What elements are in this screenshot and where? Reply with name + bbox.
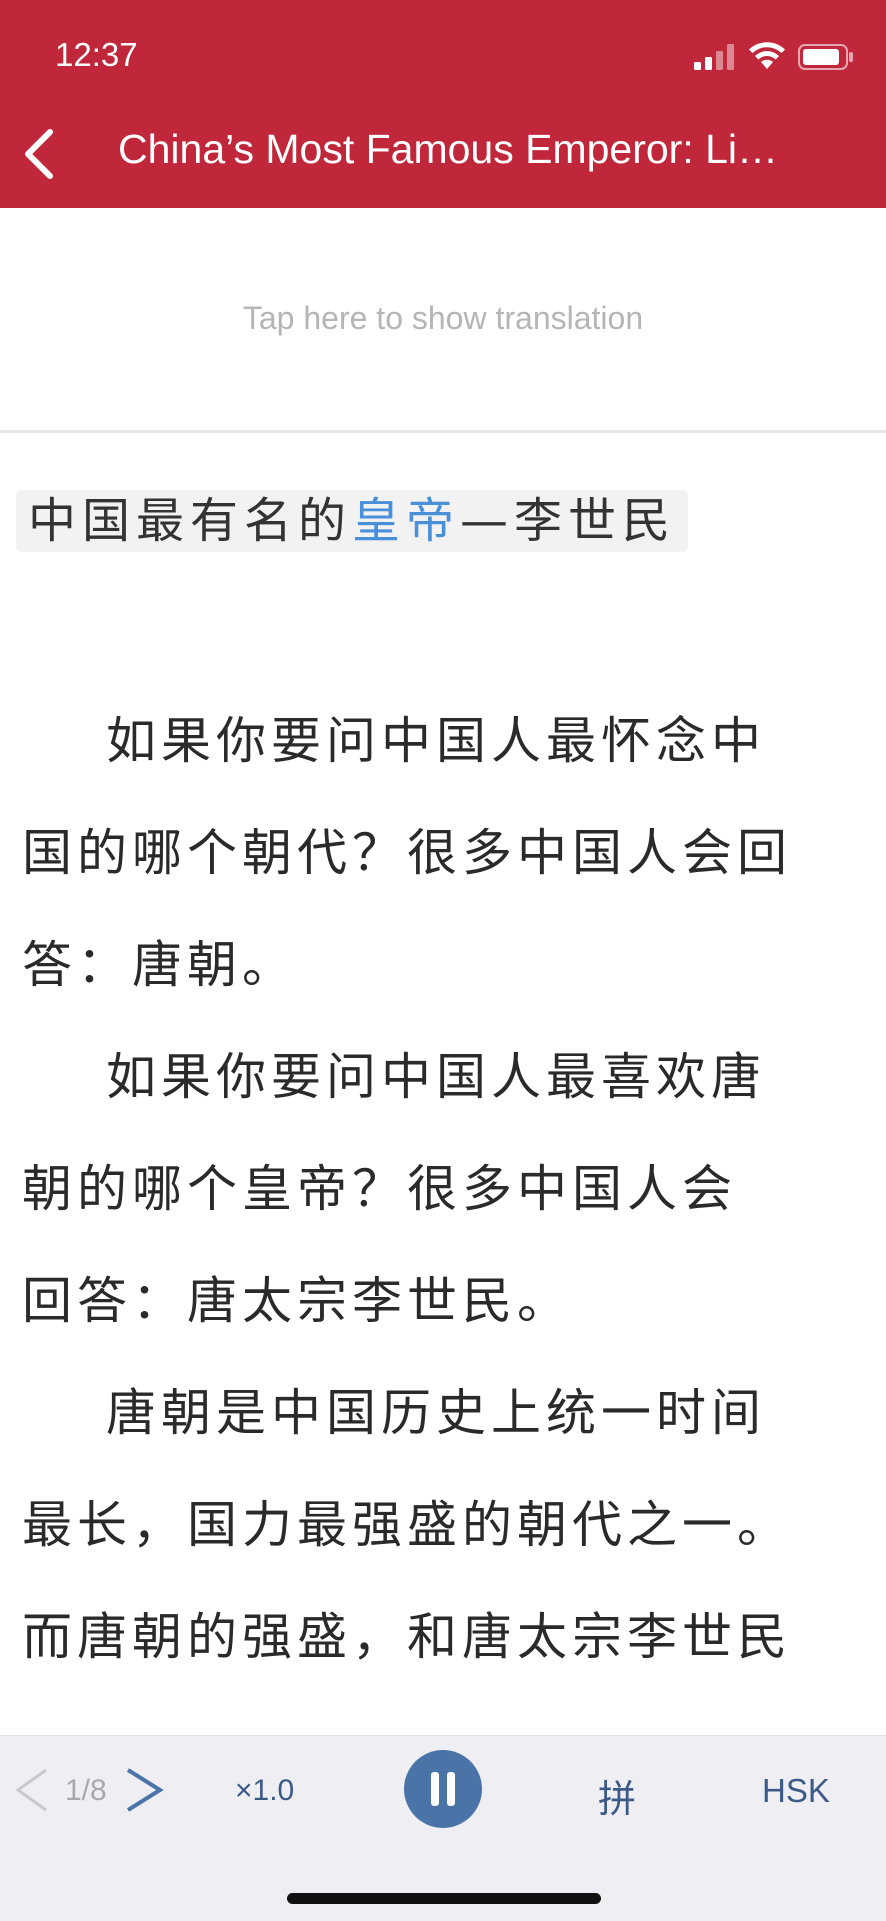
- translation-panel[interactable]: Tap here to show translation: [0, 208, 886, 433]
- pinyin-toggle-button[interactable]: 拼: [598, 1768, 636, 1823]
- app-header: 12:37 China’s Most Famous Emperor: Li…: [0, 0, 886, 208]
- playback-speed-button[interactable]: ×1.0: [235, 1774, 294, 1808]
- battery-icon: [798, 44, 853, 70]
- heading-highlight-word[interactable]: 皇帝: [352, 493, 460, 549]
- wifi-icon: [749, 42, 785, 69]
- text-line[interactable]: 国的哪个朝代？很多中国人会回: [22, 797, 872, 909]
- nav-bar: China’s Most Famous Emperor: Li…: [0, 100, 886, 208]
- page-indicator: 1/8: [65, 1774, 107, 1807]
- text-line[interactable]: 唐朝是中国历史上统一时间: [22, 1357, 872, 1469]
- pause-button[interactable]: [404, 1750, 482, 1828]
- text-line[interactable]: 而唐朝的强盛，和唐太宗李世民: [22, 1581, 872, 1693]
- heading-text-post[interactable]: —李世民: [460, 493, 676, 549]
- text-line[interactable]: 如果你要问中国人最喜欢唐: [22, 1021, 872, 1133]
- text-line[interactable]: 回答：唐太宗李世民。: [22, 1245, 872, 1357]
- pause-icon: [431, 1772, 455, 1806]
- previous-page-icon[interactable]: [12, 1764, 52, 1816]
- status-time: 12:37: [55, 36, 138, 73]
- article-heading-box[interactable]: 中国最有名的皇帝—李世民: [16, 490, 689, 552]
- home-indicator[interactable]: [287, 1893, 601, 1904]
- text-line[interactable]: 答：唐朝。: [22, 909, 872, 1021]
- text-line[interactable]: 如果你要问中国人最怀念中: [22, 685, 872, 797]
- text-line[interactable]: 朝的哪个皇帝？很多中国人会: [22, 1133, 872, 1245]
- hsk-button[interactable]: HSK: [762, 1772, 830, 1810]
- text-line[interactable]: 最长，国力最强盛的朝代之一。: [22, 1469, 872, 1581]
- page-title: China’s Most Famous Emperor: Li…: [118, 126, 779, 172]
- next-page-icon[interactable]: [122, 1764, 166, 1816]
- heading-text-pre[interactable]: 中国最有名的: [28, 493, 352, 549]
- cellular-signal-icon: [694, 44, 734, 70]
- article-heading[interactable]: 中国最有名的皇帝—李世民: [28, 493, 676, 549]
- back-chevron-icon[interactable]: [16, 124, 66, 184]
- status-bar: 12:37: [0, 0, 886, 100]
- translation-hint[interactable]: Tap here to show translation: [0, 300, 886, 337]
- article-body: 如果你要问中国人最怀念中 国的哪个朝代？很多中国人会回 答：唐朝。 如果你要问中…: [22, 685, 872, 1693]
- divider: [0, 430, 886, 433]
